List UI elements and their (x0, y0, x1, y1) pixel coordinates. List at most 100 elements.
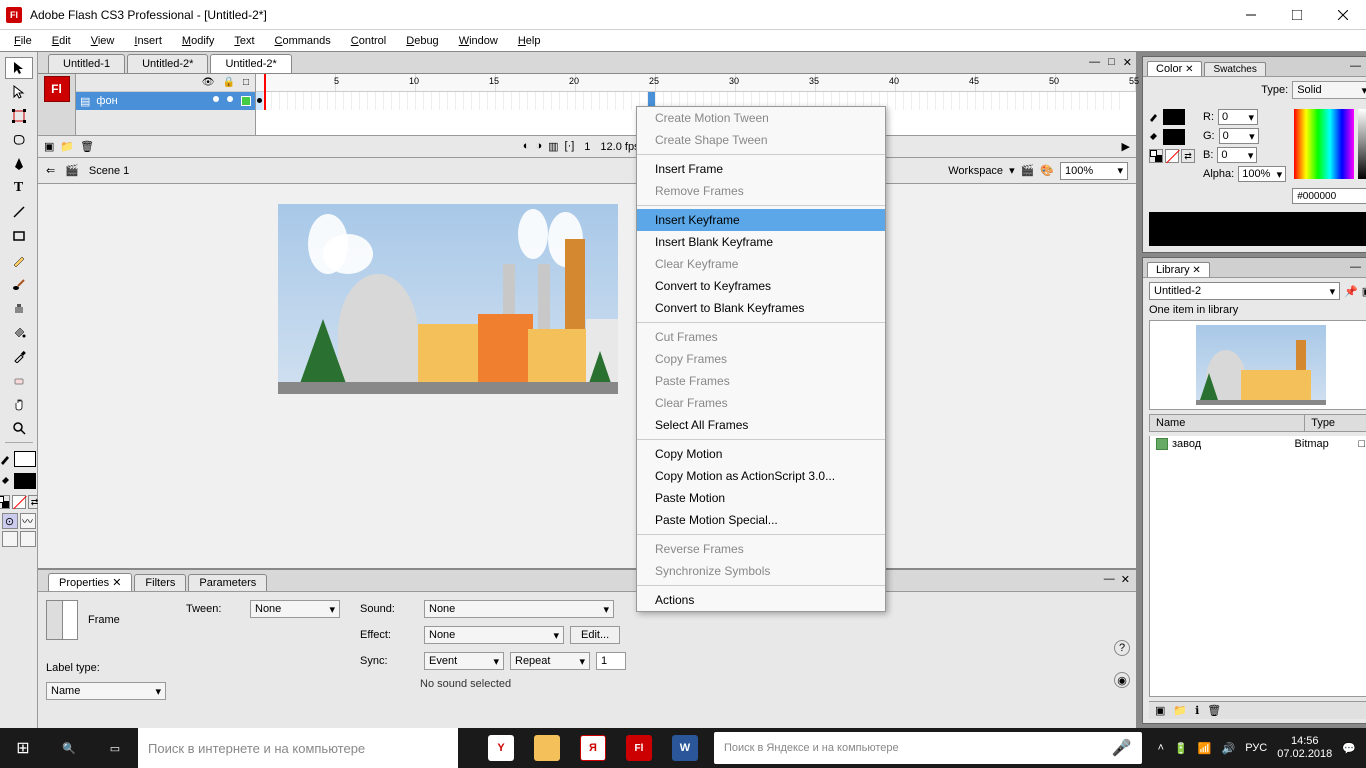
taskbar-app-word[interactable]: W (662, 728, 708, 768)
cm-select-all-frames[interactable]: Select All Frames (637, 414, 885, 436)
lock-icon[interactable]: 🔒 (223, 77, 235, 88)
cm-paste-motion[interactable]: Paste Motion (637, 487, 885, 509)
no-color-button[interactable] (12, 495, 26, 509)
lightness-slider[interactable] (1358, 109, 1366, 179)
alpha-input[interactable]: 100%▾ (1238, 166, 1286, 182)
zoom-field[interactable]: 100%▾ (1060, 162, 1128, 180)
line-tool[interactable] (5, 201, 33, 223)
new-symbol-icon[interactable]: ▣ (1155, 704, 1165, 717)
props-tab-filters[interactable]: Filters (134, 574, 186, 591)
menu-commands[interactable]: Commands (265, 33, 341, 49)
library-list[interactable]: завод Bitmap □ (1149, 436, 1366, 697)
help-icon[interactable]: ? (1114, 640, 1130, 656)
workspace-label[interactable]: Workspace (948, 165, 1003, 177)
playhead[interactable] (264, 74, 266, 110)
hand-tool[interactable] (5, 393, 33, 415)
color-tab[interactable]: Color ✕ (1147, 61, 1202, 76)
cm-convert-to-blank-keyframes[interactable]: Convert to Blank Keyframes (637, 297, 885, 319)
taskbar-app-flash[interactable]: Fl (616, 728, 662, 768)
repeat-select[interactable]: Repeat▾ (510, 652, 590, 670)
library-doc-select[interactable]: Untitled-2▾ (1149, 282, 1340, 300)
pen-tool[interactable] (5, 153, 33, 175)
r-input[interactable]: 0▾ (1218, 109, 1258, 125)
cm-copy-motion-as-actionscript-3-0-[interactable]: Copy Motion as ActionScript 3.0... (637, 465, 885, 487)
opt-3[interactable] (2, 531, 18, 547)
doc-max-icon[interactable]: □ (1108, 56, 1115, 69)
selection-tool[interactable] (5, 57, 33, 79)
document-tab[interactable]: Untitled-2* (210, 54, 291, 73)
fill-swatch[interactable] (1163, 129, 1185, 145)
library-tab[interactable]: Library ✕ (1147, 262, 1210, 277)
onion-outline-icon[interactable]: ◑ (535, 140, 542, 153)
subselection-tool[interactable] (5, 81, 33, 103)
hex-input[interactable]: #000000 (1292, 188, 1366, 204)
menu-control[interactable]: Control (341, 33, 396, 49)
swap-icon[interactable]: ⇄ (1181, 149, 1195, 163)
swatches-tab[interactable]: Swatches (1204, 62, 1265, 76)
menu-view[interactable]: View (81, 33, 125, 49)
back-icon[interactable]: ⇐ (46, 164, 55, 177)
taskbar-app-explorer[interactable] (524, 728, 570, 768)
layer-row[interactable]: ▤ фон (76, 92, 255, 110)
menu-debug[interactable]: Debug (396, 33, 448, 49)
properties-icon[interactable]: ℹ (1195, 704, 1199, 717)
lib-col-type[interactable]: Type (1305, 415, 1366, 431)
stroke-color[interactable] (14, 451, 36, 467)
delete-layer-icon[interactable]: 🗑 (80, 140, 94, 153)
doc-close-icon[interactable]: ✕ (1123, 56, 1132, 69)
color-picker[interactable] (1294, 109, 1354, 179)
menu-modify[interactable]: Modify (172, 33, 224, 49)
mic-icon[interactable]: 🎤 (1112, 738, 1132, 758)
cm-insert-frame[interactable]: Insert Frame (637, 158, 885, 180)
lasso-tool[interactable] (5, 129, 33, 151)
tray-clock[interactable]: 14:56 07.02.2018 (1277, 735, 1332, 761)
smooth-option[interactable]: 〰 (20, 513, 36, 529)
sync-select[interactable]: Event▾ (424, 652, 504, 670)
edit-scene-icon[interactable]: 🎬 (1021, 164, 1035, 177)
maximize-button[interactable] (1274, 0, 1320, 30)
info-icon[interactable]: ◉ (1114, 672, 1130, 688)
onion-skin-icon[interactable]: ◐ (523, 140, 530, 153)
cm-paste-motion-special-[interactable]: Paste Motion Special... (637, 509, 885, 531)
opt-4[interactable] (20, 531, 36, 547)
tray-expand-icon[interactable]: ˄ (1158, 742, 1164, 754)
no-color-icon[interactable] (1165, 149, 1179, 163)
minimize-button[interactable] (1228, 0, 1274, 30)
snap-option[interactable]: ⊙ (2, 513, 18, 529)
doc-min-icon[interactable]: — (1089, 56, 1100, 69)
ink-bottle-tool[interactable] (5, 297, 33, 319)
rectangle-tool[interactable] (5, 225, 33, 247)
stroke-swatch[interactable] (1163, 109, 1185, 125)
menu-text[interactable]: Text (224, 33, 264, 49)
free-transform-tool[interactable] (5, 105, 33, 127)
default-colors-button[interactable] (0, 495, 10, 509)
panel-close-icon[interactable]: ✕ (1121, 573, 1130, 586)
taskbar-app-yandex2[interactable]: Я (570, 728, 616, 768)
pin-icon[interactable]: 📌 (1344, 285, 1358, 298)
cortana-search-input[interactable]: Поиск в интернете и на компьютере (138, 728, 458, 768)
task-view-icon[interactable]: ▭ (92, 728, 138, 768)
tween-select[interactable]: None▾ (250, 600, 340, 618)
wifi-icon[interactable]: 📶 (1198, 742, 1212, 755)
edit-effect-button[interactable]: Edit... (570, 626, 620, 644)
language-indicator[interactable]: РУС (1245, 742, 1267, 754)
menu-help[interactable]: Help (508, 33, 551, 49)
cm-copy-motion[interactable]: Copy Motion (637, 443, 885, 465)
stage-area[interactable] (38, 184, 1136, 568)
cm-insert-keyframe[interactable]: Insert Keyframe (637, 209, 885, 231)
panel-min-icon[interactable]: — (1350, 60, 1361, 73)
search-icon[interactable]: 🔍 (46, 728, 92, 768)
props-tab-parameters[interactable]: Parameters (188, 574, 267, 591)
scroll-right-icon[interactable]: ▶ (1122, 140, 1130, 153)
taskbar-app-yandex[interactable]: Y (478, 728, 524, 768)
cm-convert-to-keyframes[interactable]: Convert to Keyframes (637, 275, 885, 297)
start-button[interactable]: ⊞ (0, 728, 46, 768)
new-layer-icon[interactable]: ▣ (44, 140, 54, 153)
paint-bucket-tool[interactable] (5, 321, 33, 343)
document-tab[interactable]: Untitled-2* (127, 54, 208, 73)
new-lib-icon[interactable]: ▣ (1362, 285, 1366, 298)
eyedropper-tool[interactable] (5, 345, 33, 367)
menu-file[interactable]: File (4, 33, 42, 49)
g-input[interactable]: 0▾ (1219, 128, 1259, 144)
brush-tool[interactable] (5, 273, 33, 295)
